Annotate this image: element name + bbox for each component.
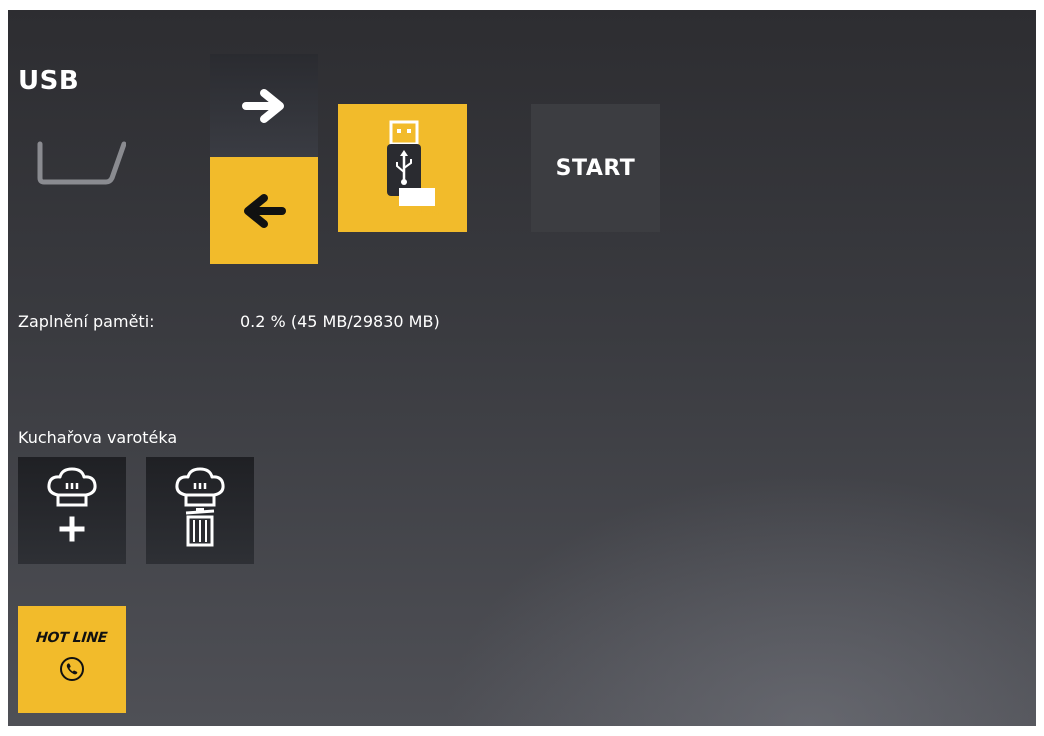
usb-screen: USB USB START Zaplnění paměti: 0.2 % (45… bbox=[8, 10, 1036, 726]
start-button[interactable]: START bbox=[531, 104, 660, 232]
cookbook-section-label: Kuchařova varotéka bbox=[18, 428, 178, 447]
memory-usage-value: 0.2 % (45 MB/29830 MB) bbox=[240, 312, 440, 331]
usb-device-button[interactable]: USB bbox=[338, 104, 467, 232]
import-direction-button[interactable] bbox=[210, 157, 318, 264]
arrow-left-icon bbox=[244, 193, 286, 228]
phone-icon bbox=[60, 656, 84, 681]
usb-drive-icon bbox=[37, 141, 126, 185]
hotline-label: HOT LINE bbox=[35, 629, 109, 646]
memory-usage-label: Zaplnění paměti: bbox=[18, 312, 155, 331]
cookbook-add-button[interactable] bbox=[18, 457, 126, 564]
hotline-button[interactable]: HOT LINE bbox=[18, 606, 126, 713]
arrow-right-icon bbox=[242, 88, 284, 123]
chef-hat-delete-icon bbox=[175, 467, 225, 547]
chef-hat-add-icon bbox=[47, 467, 97, 542]
page-title: USB bbox=[18, 66, 80, 96]
export-direction-button[interactable] bbox=[210, 54, 318, 157]
usb-badge: USB bbox=[416, 206, 440, 218]
cookbook-delete-button[interactable] bbox=[146, 457, 254, 564]
